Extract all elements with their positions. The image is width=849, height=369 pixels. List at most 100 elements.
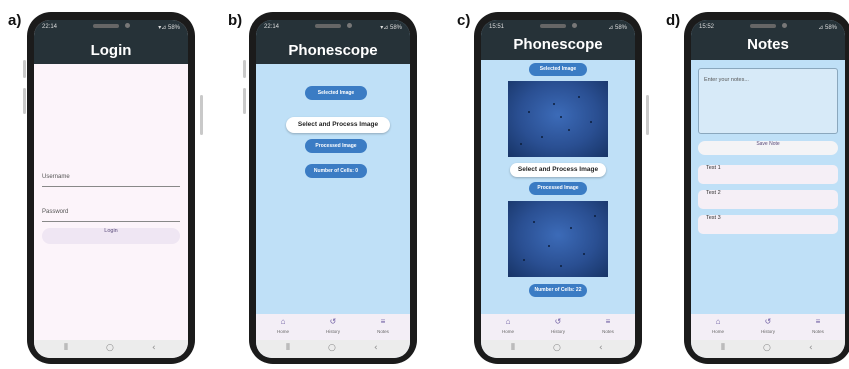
phone-d: 15:52 ⊿ 58% Notes Enter your notes... Sa… [684, 12, 849, 364]
cell-dot [528, 111, 530, 113]
phone-c-power-button [646, 95, 649, 135]
nav-history[interactable]: ↺ History [538, 317, 578, 334]
note-item[interactable]: Test 2 [698, 190, 838, 209]
history-icon: ↺ [554, 317, 562, 326]
login-form: Username Password Login [34, 64, 188, 340]
camera-icon [782, 23, 787, 28]
nav-home[interactable]: ⌂ Home [488, 317, 528, 334]
nav-label: Home [501, 329, 514, 334]
nav-notes[interactable]: ≡ Notes [363, 317, 403, 334]
history-icon: ↺ [764, 317, 772, 326]
notes-content: Enter your notes... Save Note Test 1 Tes… [691, 60, 845, 340]
back-icon[interactable]: ‹ [374, 343, 378, 353]
page-title: Login [90, 42, 132, 59]
select-process-image-button[interactable]: Select and Process Image [286, 117, 390, 133]
cell-dot [541, 136, 543, 138]
speaker-notch [540, 24, 566, 28]
nav-history[interactable]: ↺ History [748, 317, 788, 334]
cell-count-button[interactable]: Number of Cells: 0 [305, 164, 367, 178]
back-icon[interactable]: ‹ [599, 343, 603, 353]
phone-a-side-button [23, 60, 26, 78]
recents-icon[interactable]: ⦀ [64, 343, 68, 353]
nav-notes[interactable]: ≡ Notes [588, 317, 628, 334]
phone-a-power-button [200, 95, 203, 135]
note-item[interactable]: Test 1 [698, 165, 838, 184]
panel-label-b: b) [228, 12, 243, 29]
nav-label: Home [711, 329, 724, 334]
phone-a: 22:14 ▾⊿ 58% Login Username Password Log… [27, 12, 195, 364]
home-screen-empty: 22:14 ▾⊿ 58% Phonescope Selected Image S… [256, 20, 410, 358]
selected-image-button[interactable]: Selected Image [305, 86, 367, 100]
home-button-icon[interactable]: ○ [553, 343, 561, 353]
save-note-button[interactable]: Save Note [698, 141, 838, 155]
app-bar: 22:14 ▾⊿ 58% Phonescope [256, 20, 410, 64]
nav-label: Notes [377, 329, 389, 334]
nav-home[interactable]: ⌂ Home [698, 317, 738, 334]
system-nav-bar: ⦀ ○ ‹ [481, 340, 635, 358]
camera-icon [347, 23, 352, 28]
home-screen-processed: 15:51 ⊿ 58% Phonescope Selected Image Se… [481, 20, 635, 358]
page-title: Phonescope [513, 36, 603, 53]
home-icon: ⌂ [280, 317, 286, 326]
nav-label: History [760, 329, 775, 334]
password-field[interactable] [42, 203, 180, 222]
processed-microscope-image [508, 201, 608, 277]
bottom-nav: ⌂ Home ↺ History ≡ Notes [481, 314, 635, 340]
nav-label: Notes [812, 329, 824, 334]
history-icon: ↺ [329, 317, 337, 326]
cell-dot [594, 215, 596, 217]
notes-screen: 15:52 ⊿ 58% Notes Enter your notes... Sa… [691, 20, 845, 358]
status-battery: ⊿ 58% [818, 25, 837, 31]
bottom-nav: ⌂ Home ↺ History ≡ Notes [256, 314, 410, 340]
status-time: 22:14 [264, 24, 280, 30]
phone-b-side-button [243, 60, 246, 78]
home-button-icon[interactable]: ○ [763, 343, 771, 353]
login-button[interactable]: Login [42, 228, 180, 244]
system-nav-bar: ⦀ ○ ‹ [691, 340, 845, 358]
nav-history[interactable]: ↺ History [313, 317, 353, 334]
cell-dot [548, 245, 550, 247]
nav-home[interactable]: ⌂ Home [263, 317, 303, 334]
back-icon[interactable]: ‹ [152, 343, 156, 353]
home-button-icon[interactable]: ○ [106, 343, 114, 353]
notes-textarea[interactable]: Enter your notes... [698, 68, 838, 134]
panel-label-d: d) [666, 12, 681, 29]
cell-dot [590, 121, 592, 123]
phone-b-side-button [243, 88, 246, 114]
speaker-notch [93, 24, 119, 28]
camera-icon [125, 23, 130, 28]
app-bar: 15:52 ⊿ 58% Notes [691, 20, 845, 60]
system-nav-bar: ⦀ ○ ‹ [256, 340, 410, 358]
status-bar: 22:14 ▾⊿ 58% [34, 20, 188, 34]
cell-dot [570, 227, 572, 229]
back-icon[interactable]: ‹ [809, 343, 813, 353]
note-item[interactable]: Test 3 [698, 215, 838, 234]
selected-microscope-image [508, 81, 608, 157]
bottom-nav: ⌂ Home ↺ History ≡ Notes [691, 314, 845, 340]
cell-dot [578, 96, 580, 98]
nav-label: Home [276, 329, 289, 334]
home-button-icon[interactable]: ○ [328, 343, 336, 353]
recents-icon[interactable]: ⦀ [721, 343, 725, 353]
processed-image-button[interactable]: Processed Image [529, 182, 587, 195]
login-screen: 22:14 ▾⊿ 58% Login Username Password Log… [34, 20, 188, 358]
cell-dot [560, 116, 562, 118]
panel-label-a: a) [8, 12, 22, 29]
notes-icon: ≡ [605, 317, 611, 326]
recents-icon[interactable]: ⦀ [286, 343, 290, 353]
cell-dot [533, 221, 535, 223]
speaker-notch [315, 24, 341, 28]
status-bar: 15:52 ⊿ 58% [691, 20, 845, 34]
recents-icon[interactable]: ⦀ [511, 343, 515, 353]
cell-count-button[interactable]: Number of Cells: 22 [529, 284, 587, 297]
phone-a-side-button [23, 88, 26, 114]
status-bar: 15:51 ⊿ 58% [481, 20, 635, 34]
username-field[interactable] [42, 168, 180, 187]
phone-b: 22:14 ▾⊿ 58% Phonescope Selected Image S… [249, 12, 417, 364]
selected-image-button[interactable]: Selected Image [529, 63, 587, 76]
home-icon: ⌂ [715, 317, 721, 326]
status-time: 15:52 [699, 24, 715, 30]
select-process-image-button[interactable]: Select and Process Image [510, 163, 606, 177]
processed-image-button[interactable]: Processed Image [305, 139, 367, 153]
nav-notes[interactable]: ≡ Notes [798, 317, 838, 334]
